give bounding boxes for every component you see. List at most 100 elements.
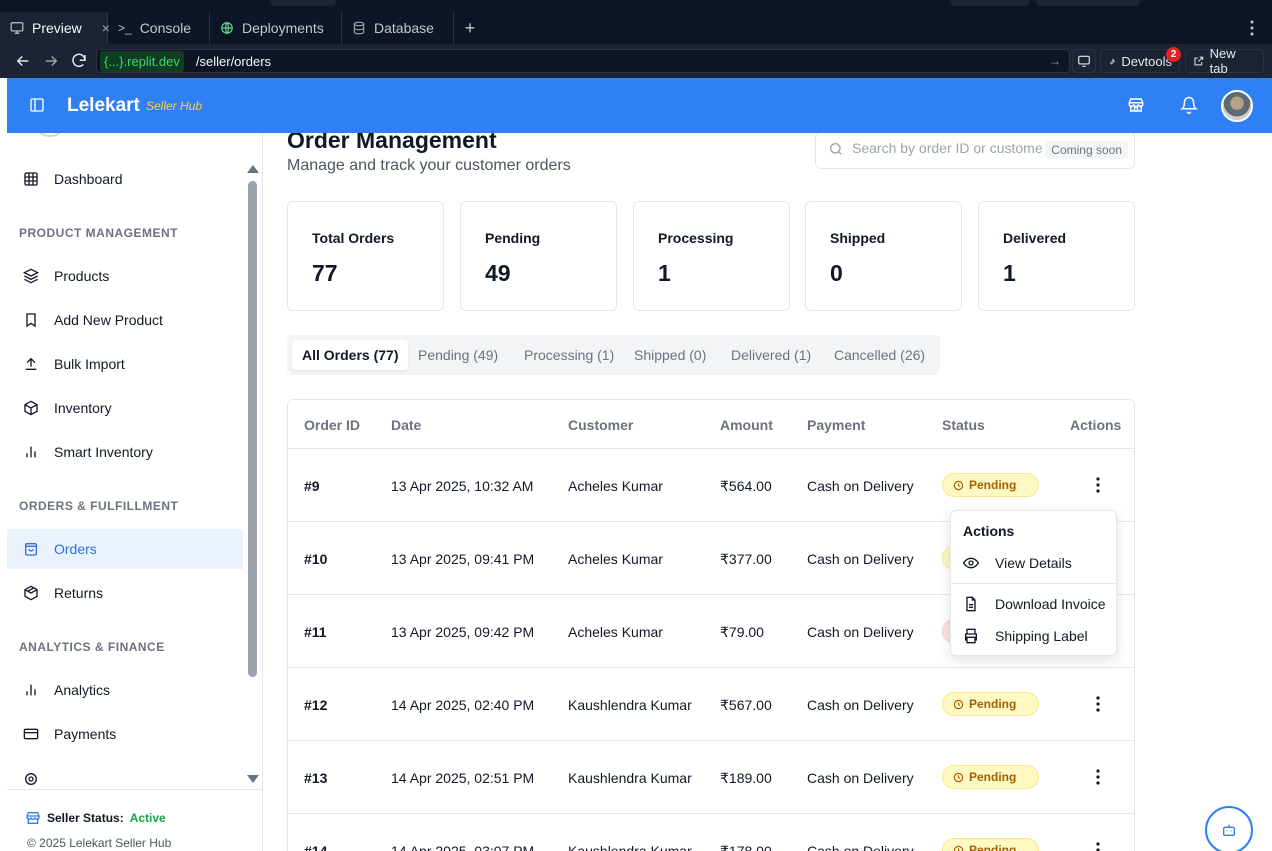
url-domain: {...}.replit.dev (100, 50, 184, 72)
bell-icon[interactable] (1180, 96, 1198, 114)
order-amount: ₹567.00 (720, 697, 772, 713)
url-field[interactable]: {...}.replit.dev /seller/orders → (96, 49, 1070, 73)
col-order-id: Order ID (304, 417, 361, 433)
sidebar-item-returns[interactable]: Returns (7, 573, 243, 613)
menu-item-label: Download Invoice (995, 596, 1106, 612)
sidebar-item-bulk-import[interactable]: Bulk Import (7, 344, 243, 384)
tab-shipped[interactable]: Shipped (0) (624, 340, 716, 370)
globe-icon (221, 22, 233, 34)
tab-processing[interactable]: Processing (1) (514, 340, 624, 370)
devtools-badge: 2 (1166, 47, 1181, 62)
section-label-analytics: ANALYTICS & FINANCE (19, 640, 165, 654)
order-payment: Cash on Delivery (807, 624, 914, 640)
chat-assistant-button[interactable] (1205, 806, 1253, 851)
store-icon[interactable] (1127, 96, 1145, 114)
stat-card-processing: Processing 1 (633, 201, 790, 311)
more-vertical-icon[interactable] (1244, 18, 1260, 38)
order-date: 13 Apr 2025, 10:32 AM (391, 478, 534, 494)
printer-icon (965, 628, 977, 644)
table-row[interactable]: #14 14 Apr 2025, 03:07 PM Kaushlendra Ku… (288, 814, 1134, 851)
search-input[interactable] (852, 140, 1042, 156)
tab-preview[interactable]: Preview × (0, 12, 110, 44)
clock-icon (953, 699, 964, 709)
tab-cancelled[interactable]: Cancelled (26) (824, 340, 935, 370)
sidebar-item-analytics[interactable]: Analytics (7, 670, 243, 710)
sidebar-item-inventory[interactable]: Inventory (7, 388, 243, 428)
scroll-up-icon[interactable] (247, 165, 259, 173)
avatar[interactable] (1221, 90, 1253, 122)
tab-delivered[interactable]: Delivered (1) (721, 340, 821, 370)
scroll-down-icon[interactable] (247, 775, 259, 783)
order-id[interactable]: #14 (304, 843, 327, 851)
tab-database[interactable]: Database (342, 12, 454, 44)
more-vertical-icon[interactable] (1094, 476, 1102, 494)
order-payment: Cash on Delivery (807, 478, 914, 494)
menu-item-view-details[interactable]: View Details (963, 553, 1072, 573)
order-status-tabs: All Orders (77) Pending (49) Processing … (287, 335, 940, 375)
tab-deployments[interactable]: Deployments (210, 12, 342, 44)
external-link-icon (1194, 56, 1204, 66)
sidebar-item-settings-peek[interactable] (7, 771, 243, 785)
order-date: 13 Apr 2025, 09:41 PM (391, 551, 535, 567)
arrow-right-icon[interactable]: → (1049, 54, 1061, 68)
coming-soon-badge: Coming soon (1045, 141, 1128, 159)
status-text: Pending (969, 697, 1017, 711)
back-icon[interactable] (14, 52, 32, 70)
sidebar-scrollbar[interactable] (245, 161, 259, 783)
stat-value: 77 (312, 260, 338, 286)
shopping-bag-icon (25, 543, 37, 556)
order-payment: Cash on Delivery (807, 843, 914, 851)
clock-icon (953, 845, 964, 851)
order-id[interactable]: #12 (304, 697, 327, 713)
new-tab-button[interactable]: + (460, 18, 480, 38)
sidebar-toggle-icon[interactable] (29, 97, 45, 113)
clock-icon (953, 772, 964, 782)
tab-console[interactable]: >_ Console (108, 12, 210, 44)
order-payment: Cash on Delivery (807, 770, 914, 786)
stat-label: Processing (658, 230, 734, 246)
page-subtitle: Manage and track your customer orders (287, 157, 571, 174)
scroll-thumb[interactable] (248, 181, 257, 677)
device-toggle-button[interactable] (1072, 49, 1096, 73)
sidebar-item-add-product[interactable]: Add New Product (7, 300, 243, 340)
order-id[interactable]: #9 (304, 478, 320, 494)
stat-value: 1 (658, 260, 671, 286)
order-customer: Kaushlendra Kumar (568, 843, 692, 851)
menu-item-shipping-label[interactable]: Shipping Label (963, 626, 1088, 646)
clock-icon (953, 480, 964, 490)
tab-all-orders[interactable]: All Orders (77) (292, 340, 409, 370)
menu-item-download-invoice[interactable]: Download Invoice (963, 594, 1106, 614)
order-date: 14 Apr 2025, 03:07 PM (391, 843, 535, 851)
sidebar-item-dashboard[interactable]: Dashboard (7, 159, 243, 199)
brand-logo[interactable]: Lelekart (67, 95, 140, 117)
seller-status-value: Active (129, 811, 166, 825)
more-vertical-icon[interactable] (1094, 841, 1102, 851)
sidebar-item-products[interactable]: Products (7, 256, 243, 296)
order-id[interactable]: #10 (304, 551, 327, 567)
sidebar-item-orders[interactable]: Orders (7, 529, 243, 569)
open-new-tab-button[interactable]: New tab (1185, 46, 1264, 76)
stat-card-total: Total Orders 77 (287, 201, 444, 311)
more-vertical-icon[interactable] (1094, 695, 1102, 713)
table-row[interactable]: #12 14 Apr 2025, 02:40 PM Kaushlendra Ku… (288, 668, 1134, 741)
tab-label: Console (139, 20, 192, 36)
tab-pending[interactable]: Pending (49) (408, 340, 508, 370)
sidebar-item-label: Analytics (54, 682, 111, 698)
sidebar-item-label: Payments (54, 726, 117, 742)
reload-icon[interactable] (70, 52, 88, 70)
stat-value: 0 (830, 260, 843, 286)
table-row[interactable]: #13 14 Apr 2025, 02:51 PM Kaushlendra Ku… (288, 741, 1134, 814)
sidebar-item-label: Dashboard (54, 171, 123, 187)
order-id[interactable]: #11 (304, 624, 327, 640)
order-date: 14 Apr 2025, 02:40 PM (391, 697, 535, 713)
sidebar-item-payments[interactable]: Payments (7, 714, 243, 754)
grid-icon (24, 172, 38, 186)
tab-label: Deployments (242, 20, 324, 36)
database-icon (353, 21, 365, 35)
status-text: Pending (969, 843, 1017, 851)
forward-icon[interactable] (42, 52, 60, 70)
sidebar-item-smart-inventory[interactable]: Smart Inventory (7, 432, 243, 472)
more-vertical-icon[interactable] (1094, 768, 1102, 786)
order-amount: ₹178.00 (720, 843, 772, 851)
order-id[interactable]: #13 (304, 770, 327, 786)
